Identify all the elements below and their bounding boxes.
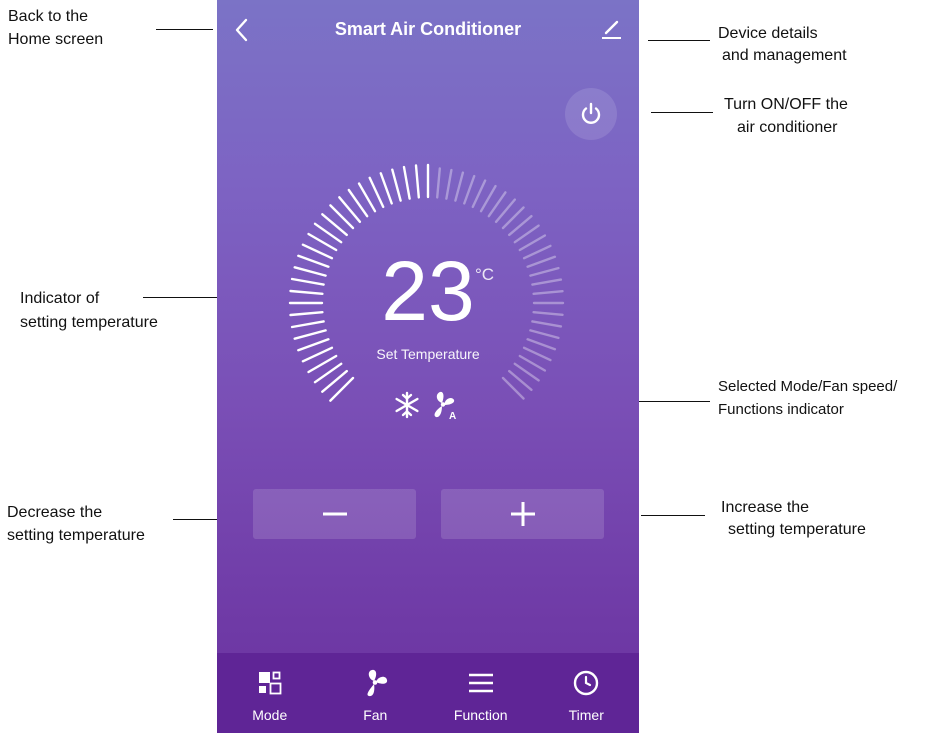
annotation-mode-line1: Selected Mode/Fan speed/ [718, 378, 898, 395]
annotation-power-line2: air conditioner [737, 119, 838, 136]
dial-tick-inactive [463, 174, 476, 205]
annotation-power-line1: Turn ON/OFF the [724, 96, 848, 113]
annotation-power-pointer [651, 112, 713, 113]
annotation-increase-pointer [641, 515, 705, 516]
dial-tick-active [402, 165, 411, 200]
menu-icon [468, 673, 493, 693]
annotation-device-line2: and management [722, 47, 847, 64]
power-icon [581, 102, 601, 124]
mode-icon [258, 671, 282, 695]
fan-auto-icon: A [434, 391, 456, 421]
annotation-mode-line2: Functions indicator [718, 401, 844, 418]
tab-fan[interactable]: Fan [323, 653, 429, 733]
dial-tick-active [379, 172, 393, 205]
tab-timer[interactable]: Timer [534, 653, 640, 733]
dial-tick-inactive [445, 168, 453, 200]
increase-temperature-button[interactable] [441, 489, 604, 539]
annotation-back-line2: Home screen [8, 31, 104, 48]
tab-fan-label: Fan [363, 707, 388, 723]
annotation-increase-line2: setting temperature [728, 521, 866, 538]
mode-indicator: A [392, 388, 460, 422]
edit-button[interactable] [599, 17, 625, 43]
phone-screen: Smart Air Conditioner 23 °C Set Temperat… [217, 0, 639, 733]
minus-icon [322, 512, 347, 516]
dial-tick-active [414, 164, 421, 199]
dial-tick-active [368, 176, 385, 209]
tab-timer-label: Timer [568, 707, 604, 723]
svg-text:A: A [449, 411, 456, 421]
decrease-temperature-button[interactable] [253, 489, 416, 539]
temperature-value: 23 [381, 244, 475, 338]
tab-mode[interactable]: Mode [217, 653, 323, 733]
page-title: Smart Air Conditioner [334, 19, 522, 39]
tab-function[interactable]: Function [428, 653, 534, 733]
annotation-indicator-line2: setting temperature [20, 314, 158, 331]
dial-tick-inactive [471, 179, 487, 209]
annotation-increase-line1: Increase the [721, 499, 810, 516]
clock-icon [574, 670, 599, 696]
annotation-device-line1: Device details [718, 25, 818, 42]
pencil-icon [602, 20, 621, 39]
temperature-label: Set Temperature [376, 346, 480, 362]
power-button[interactable] [565, 88, 617, 140]
app-bar: Smart Air Conditioner [217, 0, 639, 60]
plus-icon [510, 502, 535, 526]
snowflake-icon [395, 391, 419, 419]
dial-tick-inactive [435, 167, 442, 199]
dial-tick-inactive [454, 171, 465, 202]
annotation-decrease-line2: setting temperature [7, 527, 145, 544]
annotation-decrease-line1: Decrease the [7, 504, 103, 521]
annotation-back-pointer [156, 29, 213, 30]
tab-function-label: Function [453, 707, 508, 723]
annotation-indicator-line1: Indicator of [20, 290, 100, 307]
annotation-back-line1: Back to the [8, 8, 89, 25]
dial-tick-active [391, 168, 402, 202]
bottom-tab-bar: Mode Fan Function Timer [217, 653, 639, 733]
fan-icon [367, 669, 388, 697]
dial-tick-inactive [479, 184, 497, 213]
annotation-device-pointer [648, 40, 710, 41]
temperature-unit: °C [475, 265, 495, 284]
tab-mode-label: Mode [252, 707, 288, 723]
